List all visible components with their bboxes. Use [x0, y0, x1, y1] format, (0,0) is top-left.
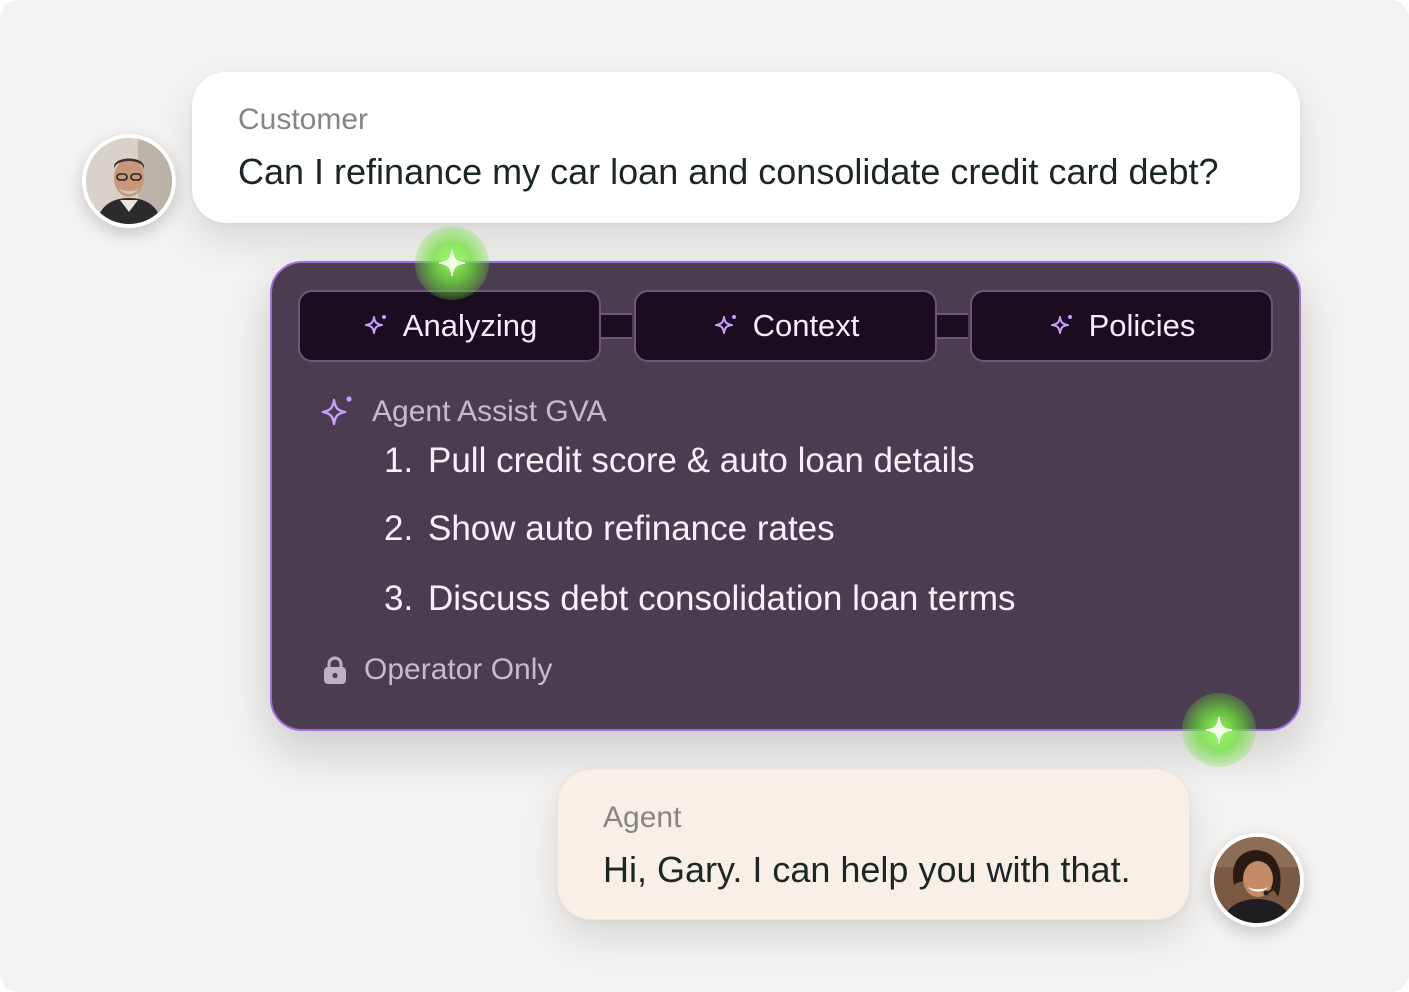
operator-only-label: Operator Only [364, 653, 553, 686]
agent-avatar [1210, 833, 1304, 927]
step-text: Pull credit score & auto loan details [428, 441, 975, 480]
lock-icon [324, 656, 346, 684]
glow-sparkle-icon [415, 226, 489, 300]
sparkle-icon [438, 249, 466, 277]
step-number: 3. [384, 579, 414, 618]
sparkle-icon [364, 315, 386, 334]
sparkle-icon [1050, 315, 1072, 334]
customer-message: Can I refinance my car loan and consolid… [238, 151, 1219, 192]
tab-label: Analyzing [402, 308, 538, 343]
agent-assist-panel: Analyzing Context Policies Agent Assist … [270, 261, 1301, 731]
list-item[interactable]: 2. Show auto refinance rates [384, 507, 1016, 551]
tab-context[interactable]: Context [634, 290, 937, 362]
suggested-steps-list: 1. Pull credit score & auto loan details… [384, 439, 1016, 621]
list-item[interactable]: 1. Pull credit score & auto loan details [384, 439, 1016, 483]
step-number: 1. [384, 441, 414, 480]
agent-message: Hi, Gary. I can help you with that. [603, 849, 1131, 890]
customer-avatar-image [86, 138, 172, 224]
glow-sparkle-icon [1182, 693, 1256, 767]
step-text: Discuss debt consolidation loan terms [428, 579, 1016, 618]
sparkle-icon [714, 315, 736, 334]
tab-policies[interactable]: Policies [970, 290, 1273, 362]
visibility-note: Operator Only [322, 653, 552, 687]
agent-avatar-image [1214, 837, 1300, 923]
customer-avatar [82, 134, 176, 228]
tab-label: Context [752, 308, 860, 343]
conversation-canvas: Customer Can I refinance my car loan and… [0, 0, 1409, 992]
sparkle-icon [1205, 716, 1233, 744]
agent-message-bubble: Agent Hi, Gary. I can help you with that… [557, 769, 1190, 920]
agent-label: Agent [603, 801, 682, 834]
step-number: 2. [384, 509, 414, 548]
assist-header: Agent Assist GVA [318, 393, 607, 431]
tab-analyzing[interactable]: Analyzing [298, 290, 601, 362]
tab-label: Policies [1088, 308, 1196, 343]
sparkle-icon [321, 396, 352, 426]
assist-title: Agent Assist GVA [372, 395, 607, 428]
step-text: Show auto refinance rates [428, 509, 835, 548]
customer-message-bubble: Customer Can I refinance my car loan and… [192, 72, 1300, 223]
list-item[interactable]: 3. Discuss debt consolidation loan terms [384, 577, 1016, 621]
customer-label: Customer [238, 103, 369, 136]
